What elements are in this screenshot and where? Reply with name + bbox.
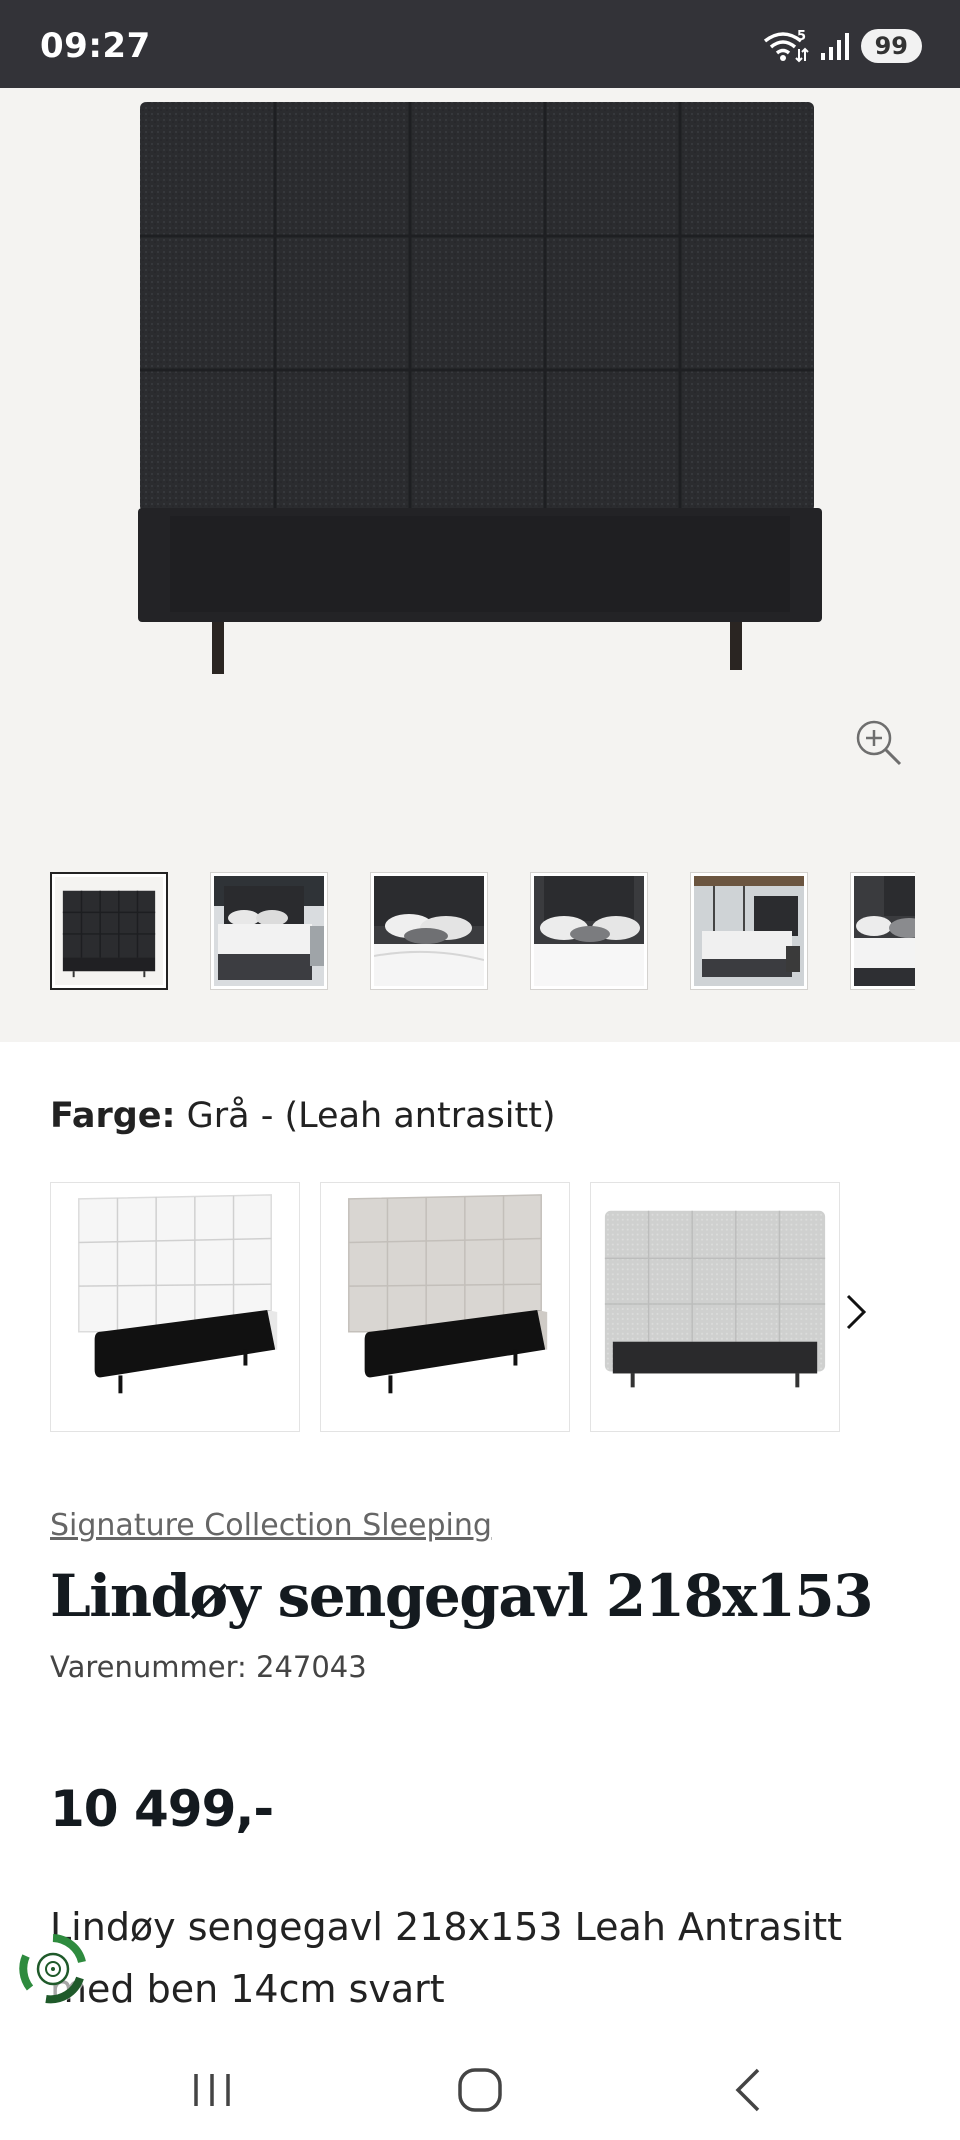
thumbnail-strip [50, 872, 915, 992]
swatch-white[interactable] [50, 1182, 300, 1432]
product-price: 10 499,- [50, 1780, 274, 1838]
recent-apps-icon[interactable] [182, 2062, 242, 2118]
wifi-badge: 5 [797, 29, 806, 44]
color-value: Grå - (Leah antrasitt) [186, 1096, 556, 1136]
product-title: Lindøy sengegavl 218x153 [50, 1562, 874, 1630]
product-description: Lindøy sengegavl 218x153 Leah Antrasitt … [50, 1905, 843, 2011]
color-label: Farge: [50, 1096, 176, 1136]
color-swatches [50, 1182, 910, 1432]
chevron-right-icon[interactable] [838, 1288, 874, 1336]
product-sku: Varenummer: 247043 [50, 1650, 367, 1684]
swatch-beige[interactable] [320, 1182, 570, 1432]
swatch-light-grey[interactable] [590, 1182, 840, 1432]
brand-link[interactable]: Signature Collection Sleeping [50, 1508, 492, 1543]
sku-value: Varenummer: 247043 [50, 1650, 367, 1684]
color-selector-label: Farge: Grå - (Leah antrasitt) [50, 1096, 556, 1136]
hero-product-image[interactable] [0, 88, 960, 848]
signal-icon [820, 33, 849, 60]
status-bar: 09:27 5 99 [0, 0, 960, 88]
thumbnail-1[interactable] [50, 872, 168, 990]
back-icon[interactable] [720, 2062, 780, 2118]
eco-badge-icon[interactable] [16, 1932, 90, 2006]
wifi-icon: 5 [763, 29, 809, 63]
thumbnail-3[interactable] [370, 872, 488, 990]
status-time: 09:27 [40, 26, 151, 66]
home-icon[interactable] [450, 2062, 510, 2118]
thumbnail-2[interactable] [210, 872, 328, 990]
zoom-in-icon[interactable] [852, 716, 904, 768]
battery-icon: 99 [860, 29, 922, 63]
product-gallery [0, 88, 960, 1042]
thumbnail-5[interactable] [690, 872, 808, 990]
navigation-bar [0, 2040, 960, 2140]
thumbnail-6[interactable] [850, 872, 915, 990]
status-icons: 5 99 [761, 28, 922, 64]
thumbnail-4[interactable] [530, 872, 648, 990]
